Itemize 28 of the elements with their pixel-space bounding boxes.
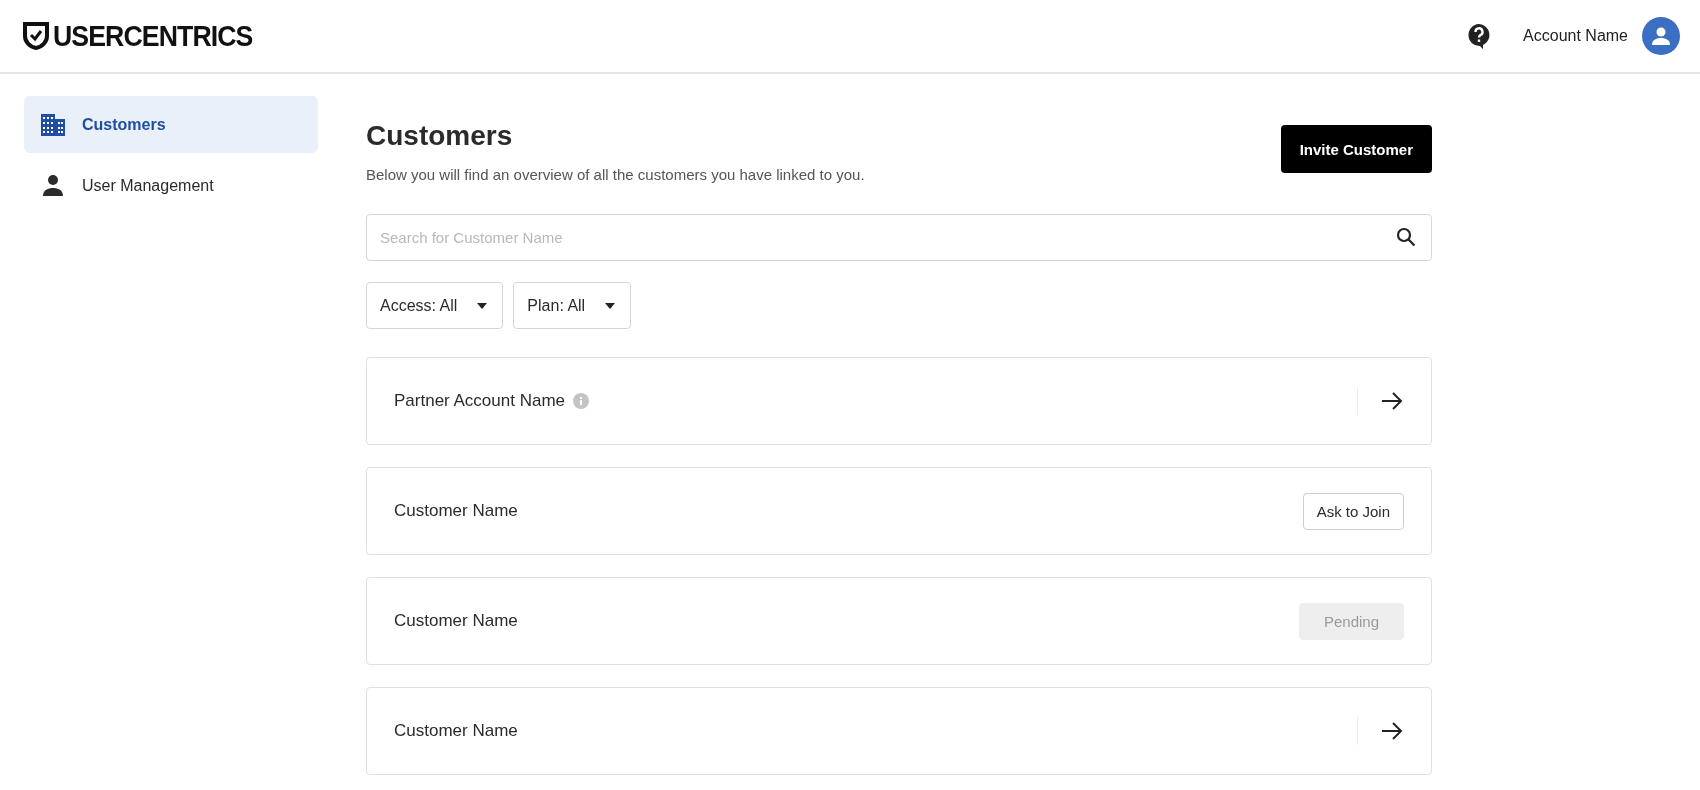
- customer-name: Customer Name: [394, 721, 518, 741]
- page-subtitle: Below you will find an overview of all the customers you have linked to you.: [366, 166, 865, 183]
- customer-card[interactable]: Customer Name Ask to Join: [366, 467, 1432, 555]
- search-icon[interactable]: [1396, 227, 1416, 247]
- caret-icon: [605, 302, 616, 309]
- customer-name: Customer Name: [394, 501, 518, 521]
- customer-card[interactable]: Partner Account Name: [366, 357, 1432, 445]
- filter-dropdown[interactable]: Access: All: [366, 282, 504, 329]
- account-name[interactable]: Account Name: [1523, 27, 1628, 45]
- building-icon: [40, 112, 66, 137]
- join-button[interactable]: Ask to Join: [1302, 492, 1404, 530]
- customer-name: Customer Name: [394, 611, 518, 631]
- arrow-right-icon[interactable]: [1380, 721, 1404, 741]
- person-icon: [40, 173, 66, 198]
- help-icon[interactable]: [1467, 23, 1492, 49]
- filter-dropdown[interactable]: Plan: All: [513, 282, 632, 329]
- sidebar-item[interactable]: User Management: [24, 157, 318, 214]
- invite-customer-button[interactable]: Invite Customer: [1280, 125, 1432, 173]
- logo-text: USERCENTRICS: [53, 19, 253, 53]
- search-field[interactable]: Search for Customer Name: [366, 214, 1432, 261]
- arrow-right-icon[interactable]: [1380, 391, 1404, 411]
- customer-card[interactable]: Customer Name: [366, 687, 1432, 775]
- customer-name: Partner Account Name: [394, 391, 566, 411]
- caret-icon: [477, 302, 488, 309]
- avatar-icon[interactable]: [1642, 17, 1680, 55]
- page-title: Customers: [366, 120, 514, 152]
- sidebar-item[interactable]: Customers: [24, 96, 318, 153]
- shield-check-icon: [23, 22, 49, 50]
